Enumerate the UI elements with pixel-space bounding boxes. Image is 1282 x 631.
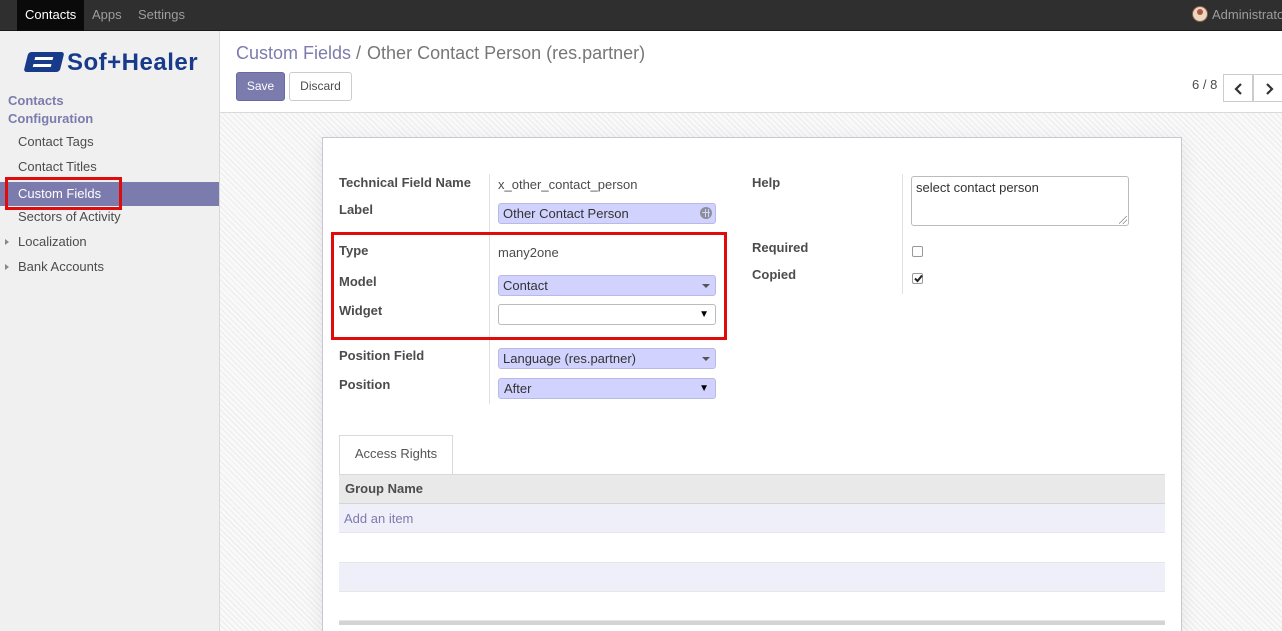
technical-field-name-value: x_other_contact_person bbox=[498, 177, 638, 192]
pager-value: 6 / 8 bbox=[1192, 77, 1218, 92]
pager-previous-button[interactable] bbox=[1223, 74, 1253, 102]
position-field-select-value: Language (res.partner) bbox=[503, 351, 636, 366]
logo-text: Sof+Healer bbox=[67, 49, 199, 76]
table-row bbox=[339, 563, 1165, 592]
label-input-value: Other Contact Person bbox=[503, 206, 629, 221]
table-row bbox=[339, 534, 1165, 563]
logo-mark-icon bbox=[23, 52, 65, 72]
table-footer bbox=[339, 621, 1165, 625]
breadcrumb: Custom Fields / Other Contact Person (res.… bbox=[236, 43, 645, 64]
chevron-right-icon bbox=[1266, 83, 1274, 95]
resize-grip-icon[interactable] bbox=[1119, 216, 1127, 224]
position-select[interactable]: After ▼ bbox=[498, 378, 716, 399]
top-navbar: Contacts Apps Settings Administrato bbox=[0, 0, 1282, 31]
company-logo: Sof+Healer bbox=[23, 49, 199, 76]
breadcrumb-current: Other Contact Person (res.partner) bbox=[367, 43, 646, 63]
menu-settings[interactable]: Settings bbox=[130, 0, 193, 31]
table-row: Add an item bbox=[339, 504, 1165, 533]
globe-translate-icon[interactable] bbox=[700, 207, 712, 219]
form-view: Technical Field Name x_other_contact_per… bbox=[220, 113, 1282, 631]
column-divider bbox=[902, 174, 903, 294]
table-row bbox=[339, 592, 1165, 621]
copied-label: Copied bbox=[752, 267, 797, 282]
table-header: Group Name bbox=[339, 475, 1165, 504]
sidebar: Sof+Healer Contacts Configuration Contac… bbox=[0, 31, 220, 631]
required-label: Required bbox=[752, 240, 809, 255]
caret-right-icon bbox=[5, 239, 9, 245]
form-sheet: Technical Field Name x_other_contact_per… bbox=[322, 137, 1182, 631]
user-name: Administrato bbox=[1212, 7, 1282, 22]
avatar bbox=[1192, 6, 1208, 22]
sidebar-item-label: Bank Accounts bbox=[18, 259, 104, 274]
position-field-select[interactable]: Language (res.partner) bbox=[498, 348, 716, 369]
help-textarea[interactable]: select contact person bbox=[911, 176, 1129, 226]
highlight-box-custom-fields bbox=[5, 177, 122, 210]
add-item-link[interactable]: Add an item bbox=[344, 511, 413, 526]
breadcrumb-separator: / bbox=[356, 43, 362, 63]
copied-checkbox[interactable] bbox=[912, 273, 923, 284]
discard-button[interactable]: Discard bbox=[289, 72, 352, 101]
menu-apps[interactable]: Apps bbox=[84, 0, 130, 31]
breadcrumb-custom-fields[interactable]: Custom Fields bbox=[236, 43, 351, 63]
column-header-group-name[interactable]: Group Name bbox=[345, 481, 423, 496]
label-label: Label bbox=[339, 202, 373, 217]
position-field-label: Position Field bbox=[339, 348, 425, 363]
chevron-left-icon bbox=[1234, 83, 1242, 95]
pager-next-button[interactable] bbox=[1253, 74, 1282, 102]
menu-contacts[interactable]: Contacts bbox=[17, 0, 85, 31]
user-menu[interactable]: Administrato bbox=[1192, 0, 1282, 31]
required-checkbox[interactable] bbox=[912, 246, 923, 257]
sidebar-section-configuration[interactable]: Configuration bbox=[8, 111, 93, 126]
sidebar-item-label: Localization bbox=[18, 234, 87, 249]
sidebar-item-contact-titles[interactable]: Contact Titles bbox=[0, 155, 219, 179]
checkmark-icon bbox=[914, 274, 923, 283]
caret-down-icon: ▼ bbox=[699, 383, 709, 394]
caret-down-icon bbox=[702, 357, 710, 361]
technical-field-name-label: Technical Field Name bbox=[339, 175, 471, 190]
sidebar-item-contact-tags[interactable]: Contact Tags bbox=[0, 130, 219, 154]
help-label: Help bbox=[752, 175, 781, 190]
position-select-value: After bbox=[504, 381, 532, 396]
sidebar-item-localization[interactable]: Localization bbox=[0, 230, 219, 254]
position-label: Position bbox=[339, 377, 391, 392]
save-button[interactable]: Save bbox=[236, 72, 285, 101]
sidebar-item-bank-accounts[interactable]: Bank Accounts bbox=[0, 255, 219, 279]
tab-access-rights[interactable]: Access Rights bbox=[339, 435, 453, 475]
label-input[interactable]: Other Contact Person bbox=[498, 203, 716, 224]
help-textarea-value: select contact person bbox=[916, 180, 1039, 195]
sidebar-section-contacts[interactable]: Contacts bbox=[8, 93, 64, 108]
control-panel: Custom Fields / Other Contact Person (res.… bbox=[220, 31, 1282, 113]
caret-right-icon bbox=[5, 264, 9, 270]
highlight-box-type-model-widget bbox=[331, 232, 727, 340]
